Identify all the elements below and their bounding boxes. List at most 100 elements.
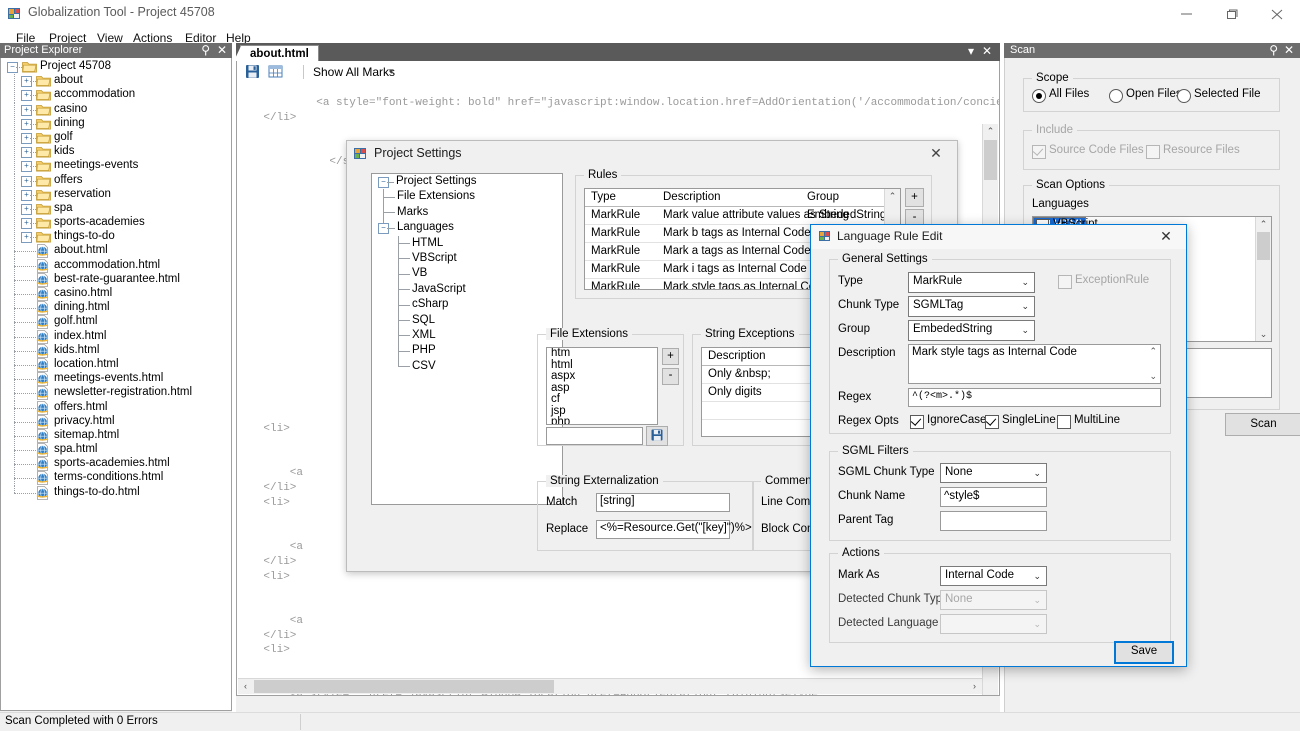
editor-horizontal-scrollbar[interactable]: ‹ › xyxy=(238,678,982,694)
tree-item-file[interactable]: terms-conditions.html xyxy=(1,471,229,485)
tree-item-file[interactable]: newsletter-registration.html xyxy=(1,386,229,400)
tree-item-folder[interactable]: +kids xyxy=(1,145,229,159)
parent-tag-input[interactable] xyxy=(940,511,1047,531)
match-input[interactable]: [string] xyxy=(596,493,730,512)
chevron-down-icon[interactable]: ⌄ xyxy=(1021,325,1029,336)
collapse-icon[interactable]: − xyxy=(378,177,389,188)
tree-item-file[interactable]: accommodation.html xyxy=(1,259,229,273)
file-extensions-listbox[interactable]: htmhtmlaspxaspcfjspphp xyxy=(546,347,658,425)
close-button[interactable]: ✕ xyxy=(915,141,957,165)
file-extension-item[interactable]: aspx xyxy=(547,371,657,383)
scroll-down-icon[interactable]: ⌄ xyxy=(1149,371,1157,382)
file-extension-item[interactable]: php xyxy=(547,417,657,425)
nav-item-language[interactable]: VBScript xyxy=(372,251,562,266)
scroll-up-icon[interactable]: ⌃ xyxy=(1256,217,1271,231)
scroll-down-icon[interactable]: ⌄ xyxy=(1256,327,1271,341)
tab-about-html[interactable]: about.html xyxy=(240,45,319,62)
scan-button[interactable]: Scan xyxy=(1225,413,1300,436)
type-select[interactable]: MarkRule ⌄ xyxy=(908,272,1035,293)
tree-item-root[interactable]: −Project 45708 xyxy=(1,60,229,74)
tree-item-folder[interactable]: +meetings-events xyxy=(1,159,229,173)
table-row[interactable]: MarkRuleMark value attribute values as S… xyxy=(585,207,900,225)
tree-item-file[interactable]: sitemap.html xyxy=(1,429,229,443)
collapse-icon[interactable]: − xyxy=(378,223,389,234)
pin-icon[interactable]: ⚲ xyxy=(1269,43,1278,58)
mark-as-select[interactable]: Internal Code ⌄ xyxy=(940,566,1047,586)
tree-item-file[interactable]: privacy.html xyxy=(1,415,229,429)
file-extension-item[interactable]: asp xyxy=(547,383,657,395)
tree-item-file[interactable]: meetings-events.html xyxy=(1,372,229,386)
tree-item-file[interactable]: location.html xyxy=(1,358,229,372)
nav-item-language[interactable]: XML xyxy=(372,328,562,343)
save-button[interactable]: Save xyxy=(1114,641,1174,664)
chevron-down-icon[interactable]: ⌄ xyxy=(1033,468,1041,479)
scrollbar-thumb-h[interactable] xyxy=(254,680,554,693)
tree-item-folder[interactable]: +reservation xyxy=(1,188,229,202)
close-button[interactable]: ✕ xyxy=(1146,225,1186,248)
scroll-up-icon[interactable]: ⌃ xyxy=(1149,346,1157,357)
add-rule-button[interactable]: + xyxy=(905,188,924,207)
scroll-right-icon[interactable]: › xyxy=(967,679,982,694)
group-select[interactable]: EmbededString ⌄ xyxy=(908,320,1035,341)
tree-item-file[interactable]: index.html xyxy=(1,330,229,344)
sgml-chunk-type-select[interactable]: None ⌄ xyxy=(940,463,1047,483)
regex-input[interactable]: ^(?<m>.*)$ xyxy=(908,388,1161,407)
maximize-button[interactable] xyxy=(1210,0,1255,28)
chevron-down-icon[interactable]: ⌄ xyxy=(1021,301,1029,312)
tree-item-file[interactable]: kids.html xyxy=(1,344,229,358)
save-extension-button[interactable] xyxy=(646,426,668,446)
remove-extension-button[interactable]: - xyxy=(662,368,679,385)
nav-item-language[interactable]: HTML xyxy=(372,236,562,251)
file-extension-item[interactable]: cf xyxy=(547,394,657,406)
project-explorer-tree[interactable]: −Project 45708+about+accommodation+casin… xyxy=(0,58,232,711)
scrollbar-thumb[interactable] xyxy=(1257,232,1270,260)
tree-item-file[interactable]: best-rate-guarantee.html xyxy=(1,273,229,287)
tree-item-file[interactable]: casino.html xyxy=(1,287,229,301)
languages-scrollbar[interactable]: ⌃ ⌄ xyxy=(1255,217,1271,341)
pin-icon[interactable]: ⚲ xyxy=(201,43,210,58)
chunk-name-input[interactable]: ^style$ xyxy=(940,487,1047,507)
close-icon[interactable]: ✕ xyxy=(217,43,227,58)
tree-item-folder[interactable]: +accommodation xyxy=(1,88,229,102)
save-icon[interactable] xyxy=(245,64,260,82)
scroll-up-icon[interactable]: ⌃ xyxy=(885,189,900,203)
tree-item-folder[interactable]: +things-to-do xyxy=(1,230,229,244)
tree-item-file[interactable]: spa.html xyxy=(1,443,229,457)
chevron-down-icon[interactable]: ⌄ xyxy=(1033,571,1041,582)
nav-item-language[interactable]: PHP xyxy=(372,343,562,358)
show-all-marks-button[interactable]: Show All Marks xyxy=(313,65,395,79)
close-icon[interactable]: ✕ xyxy=(982,44,992,58)
tree-item-folder[interactable]: +sports-academies xyxy=(1,216,229,230)
nav-item-language[interactable]: cSharp xyxy=(372,297,562,312)
close-icon[interactable]: ✕ xyxy=(1284,43,1294,58)
minimize-button[interactable] xyxy=(1165,0,1210,28)
chevron-down-icon[interactable]: ▾ xyxy=(389,66,394,77)
tree-item-folder[interactable]: +dining xyxy=(1,117,229,131)
nav-item-file-extensions[interactable]: File Extensions xyxy=(372,189,562,204)
tree-item-file[interactable]: things-to-do.html xyxy=(1,486,229,500)
extension-input[interactable] xyxy=(546,427,643,445)
tree-item-file[interactable]: offers.html xyxy=(1,401,229,415)
tree-item-file[interactable]: about.html xyxy=(1,244,229,258)
file-extension-item[interactable]: htm xyxy=(547,348,657,360)
nav-item-languages[interactable]: − Languages xyxy=(372,220,562,235)
tree-item-folder[interactable]: +spa xyxy=(1,202,229,216)
scrollbar-thumb[interactable] xyxy=(984,140,997,180)
description-textarea[interactable]: Mark style tags as Internal Code ⌃ ⌄ xyxy=(908,344,1161,384)
add-extension-button[interactable]: + xyxy=(662,348,679,365)
tree-item-file[interactable]: dining.html xyxy=(1,301,229,315)
nav-item-language[interactable]: SQL xyxy=(372,313,562,328)
chevron-down-icon[interactable]: ▾ xyxy=(968,44,974,58)
replace-input[interactable]: <%=Resource.Get("[key]")%> xyxy=(596,520,730,539)
nav-item-marks[interactable]: Marks xyxy=(372,205,562,220)
scroll-left-icon[interactable]: ‹ xyxy=(238,679,253,694)
nav-item-language[interactable]: JavaScript xyxy=(372,282,562,297)
scroll-up-icon[interactable]: ⌃ xyxy=(983,124,998,139)
tree-item-folder[interactable]: +casino xyxy=(1,103,229,117)
chunk-type-select[interactable]: SGMLTag ⌄ xyxy=(908,296,1035,317)
tree-item-file[interactable]: sports-academies.html xyxy=(1,457,229,471)
tree-item-folder[interactable]: +offers xyxy=(1,174,229,188)
nav-item-project-settings[interactable]: − Project Settings xyxy=(372,174,562,189)
tree-item-file[interactable]: golf.html xyxy=(1,315,229,329)
table-icon[interactable] xyxy=(268,64,283,82)
